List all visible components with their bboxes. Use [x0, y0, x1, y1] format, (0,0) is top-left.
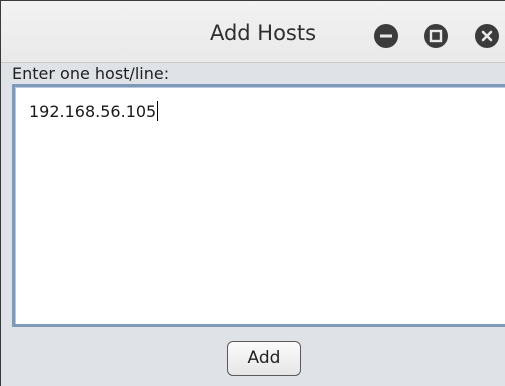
- minimize-icon: [380, 34, 392, 38]
- hosts-textarea[interactable]: 192.168.56.105: [12, 84, 505, 327]
- close-icon: [481, 30, 493, 42]
- add-hosts-dialog: Add Hosts Enter one host/line: 192.168.5…: [0, 0, 505, 386]
- close-button[interactable]: [475, 24, 499, 48]
- add-button[interactable]: Add: [227, 341, 301, 376]
- text-caret: [157, 101, 159, 121]
- maximize-button[interactable]: [424, 24, 448, 48]
- hosts-text-line: 192.168.56.105: [29, 101, 159, 121]
- titlebar[interactable]: Add Hosts: [1, 1, 505, 63]
- maximize-icon: [429, 29, 443, 43]
- textarea-content: 192.168.56.105: [15, 87, 505, 324]
- minimize-button[interactable]: [374, 24, 398, 48]
- hosts-prompt-label: Enter one host/line:: [12, 64, 170, 83]
- hosts-value: 192.168.56.105: [29, 102, 157, 121]
